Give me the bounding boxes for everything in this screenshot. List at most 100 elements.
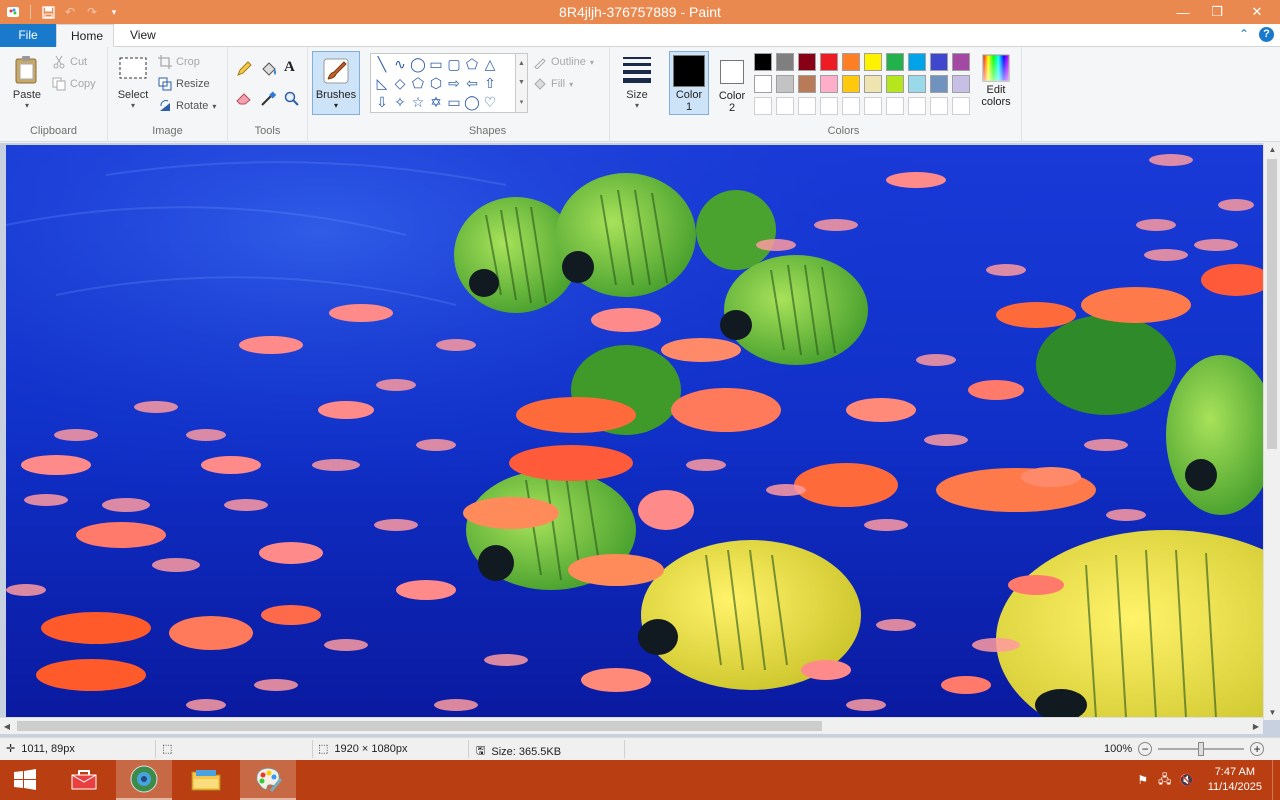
network-icon[interactable]: 🖧 <box>1154 760 1176 800</box>
palette-swatch[interactable] <box>820 97 838 115</box>
palette-swatch[interactable] <box>864 97 882 115</box>
shape-up-arrow-icon[interactable]: ⇧ <box>481 74 499 92</box>
crop-button[interactable]: Crop <box>158 52 200 72</box>
shapes-gallery[interactable]: ╲ ∿ ◯ ▭ ▢ ⬠ △ ◺ ◇ ⬠ ⬡ ⇨ ⇦ ⇧ ⇩ ✧ ☆ ✡ ▭ ◯ … <box>370 53 516 113</box>
palette-swatch[interactable] <box>798 97 816 115</box>
shape-four-point-star-icon[interactable]: ✧ <box>391 93 409 111</box>
palette-swatch[interactable] <box>798 75 816 93</box>
copy-button[interactable]: Copy <box>52 74 96 94</box>
palette-swatch[interactable] <box>754 75 772 93</box>
select-dropdown-icon[interactable]: ▾ <box>112 101 154 110</box>
fill-icon[interactable] <box>260 61 276 77</box>
minimize-button[interactable]: — <box>1166 0 1200 24</box>
palette-swatch[interactable] <box>842 53 860 71</box>
tab-view[interactable]: View <box>116 24 166 47</box>
shape-hexagon-icon[interactable]: ⬡ <box>427 74 445 92</box>
collapse-ribbon-icon[interactable]: ⌃ <box>1239 27 1249 42</box>
pencil-icon[interactable] <box>236 61 252 76</box>
shape-rounded-rectangle-icon[interactable]: ▢ <box>445 55 463 73</box>
drawing-canvas[interactable] <box>6 145 1264 718</box>
shape-curve-icon[interactable]: ∿ <box>391 55 409 73</box>
shape-cloud-callout-icon[interactable]: ♡ <box>481 93 499 111</box>
palette-swatch[interactable] <box>930 97 948 115</box>
resize-button[interactable]: Resize <box>158 74 210 94</box>
close-button[interactable]: ✕ <box>1234 0 1280 24</box>
scroll-left-icon[interactable]: ◀ <box>0 718 14 735</box>
zoom-in-icon[interactable]: + <box>1250 742 1265 756</box>
shape-six-point-star-icon[interactable]: ✡ <box>427 93 445 111</box>
palette-swatch[interactable] <box>908 53 926 71</box>
maximize-button[interactable]: ❐ <box>1200 0 1234 24</box>
palette-swatch[interactable] <box>886 53 904 71</box>
palette-swatch[interactable] <box>776 97 794 115</box>
palette-swatch[interactable] <box>886 75 904 93</box>
shape-five-point-star-icon[interactable]: ☆ <box>409 93 427 111</box>
show-desktop-button[interactable] <box>1272 760 1280 800</box>
horizontal-scrollbar[interactable]: ◀ ▶ <box>0 717 1263 734</box>
palette-swatch[interactable] <box>776 53 794 71</box>
palette-swatch[interactable] <box>952 75 970 93</box>
shape-oval-callout-icon[interactable]: ◯ <box>463 93 481 111</box>
text-icon[interactable]: A <box>284 59 295 76</box>
palette-swatch[interactable] <box>798 53 816 71</box>
rotate-button[interactable]: Rotate ▾ <box>158 96 216 116</box>
palette-swatch[interactable] <box>886 97 904 115</box>
gallery-up-icon[interactable]: ▲ <box>518 60 525 67</box>
vertical-scrollbar[interactable]: ▲ ▼ <box>1263 143 1280 720</box>
color1-button[interactable]: Color 1 <box>669 51 709 115</box>
palette-swatch[interactable] <box>776 75 794 93</box>
horizontal-scroll-thumb[interactable] <box>17 721 822 731</box>
shape-polygon-icon[interactable]: ⬠ <box>463 55 481 73</box>
zoom-slider-thumb[interactable] <box>1198 742 1205 756</box>
shape-right-arrow-icon[interactable]: ⇨ <box>445 74 463 92</box>
palette-swatch[interactable] <box>820 75 838 93</box>
size-button[interactable]: Size ▾ <box>616 51 658 110</box>
shape-rounded-callout-icon[interactable]: ▭ <box>445 93 463 111</box>
select-button[interactable]: Select ▾ <box>112 51 154 110</box>
palette-swatch[interactable] <box>908 97 926 115</box>
shape-rectangle-icon[interactable]: ▭ <box>427 55 445 73</box>
eraser-icon[interactable] <box>236 91 252 107</box>
palette-swatch[interactable] <box>864 53 882 71</box>
scroll-right-icon[interactable]: ▶ <box>1249 718 1263 735</box>
cut-button[interactable]: Cut <box>52 52 87 72</box>
palette-swatch[interactable] <box>930 53 948 71</box>
taskbar-app-toolbox[interactable] <box>56 760 112 800</box>
scroll-down-icon[interactable]: ▼ <box>1264 706 1280 720</box>
palette-swatch[interactable] <box>842 97 860 115</box>
scroll-up-icon[interactable]: ▲ <box>1264 143 1280 157</box>
palette-swatch[interactable] <box>952 53 970 71</box>
taskbar-app-explorer[interactable] <box>178 760 234 800</box>
gallery-down-icon[interactable]: ▼ <box>518 79 525 86</box>
volume-muted-icon[interactable]: 🔇 <box>1176 760 1198 800</box>
taskbar-app-browser[interactable] <box>116 760 172 800</box>
taskbar-clock[interactable]: 7:47 AM 11/14/2025 <box>1198 765 1272 795</box>
palette-swatch[interactable] <box>930 75 948 93</box>
vertical-scroll-thumb[interactable] <box>1267 159 1277 449</box>
palette-swatch[interactable] <box>864 75 882 93</box>
shape-down-arrow-icon[interactable]: ⇩ <box>373 93 391 111</box>
brushes-button[interactable]: Brushes ▾ <box>312 51 360 115</box>
color2-button[interactable]: Color 2 <box>712 51 752 115</box>
palette-swatch[interactable] <box>842 75 860 93</box>
palette-swatch[interactable] <box>952 97 970 115</box>
tab-home[interactable]: Home <box>56 24 114 47</box>
edit-colors-button[interactable]: Edit colors <box>976 51 1016 108</box>
tab-file[interactable]: File <box>0 24 56 47</box>
shape-line-icon[interactable]: ╲ <box>373 55 391 73</box>
palette-swatch[interactable] <box>908 75 926 93</box>
start-button[interactable] <box>0 760 50 800</box>
shape-triangle-icon[interactable]: △ <box>481 55 499 73</box>
help-icon[interactable]: ? <box>1259 27 1274 42</box>
palette-swatch[interactable] <box>754 97 772 115</box>
magnifier-icon[interactable] <box>284 91 300 107</box>
paste-dropdown-icon[interactable]: ▾ <box>6 101 48 110</box>
shape-diamond-icon[interactable]: ◇ <box>391 74 409 92</box>
palette-swatch[interactable] <box>820 53 838 71</box>
fill-shape-button[interactable]: Fill ▾ <box>533 74 573 94</box>
paste-button[interactable]: Paste ▾ <box>6 51 48 110</box>
zoom-slider[interactable] <box>1158 742 1245 756</box>
shape-oval-icon[interactable]: ◯ <box>409 55 427 73</box>
shape-right-triangle-icon[interactable]: ◺ <box>373 74 391 92</box>
gallery-more-icon[interactable]: ▾ <box>520 98 524 106</box>
